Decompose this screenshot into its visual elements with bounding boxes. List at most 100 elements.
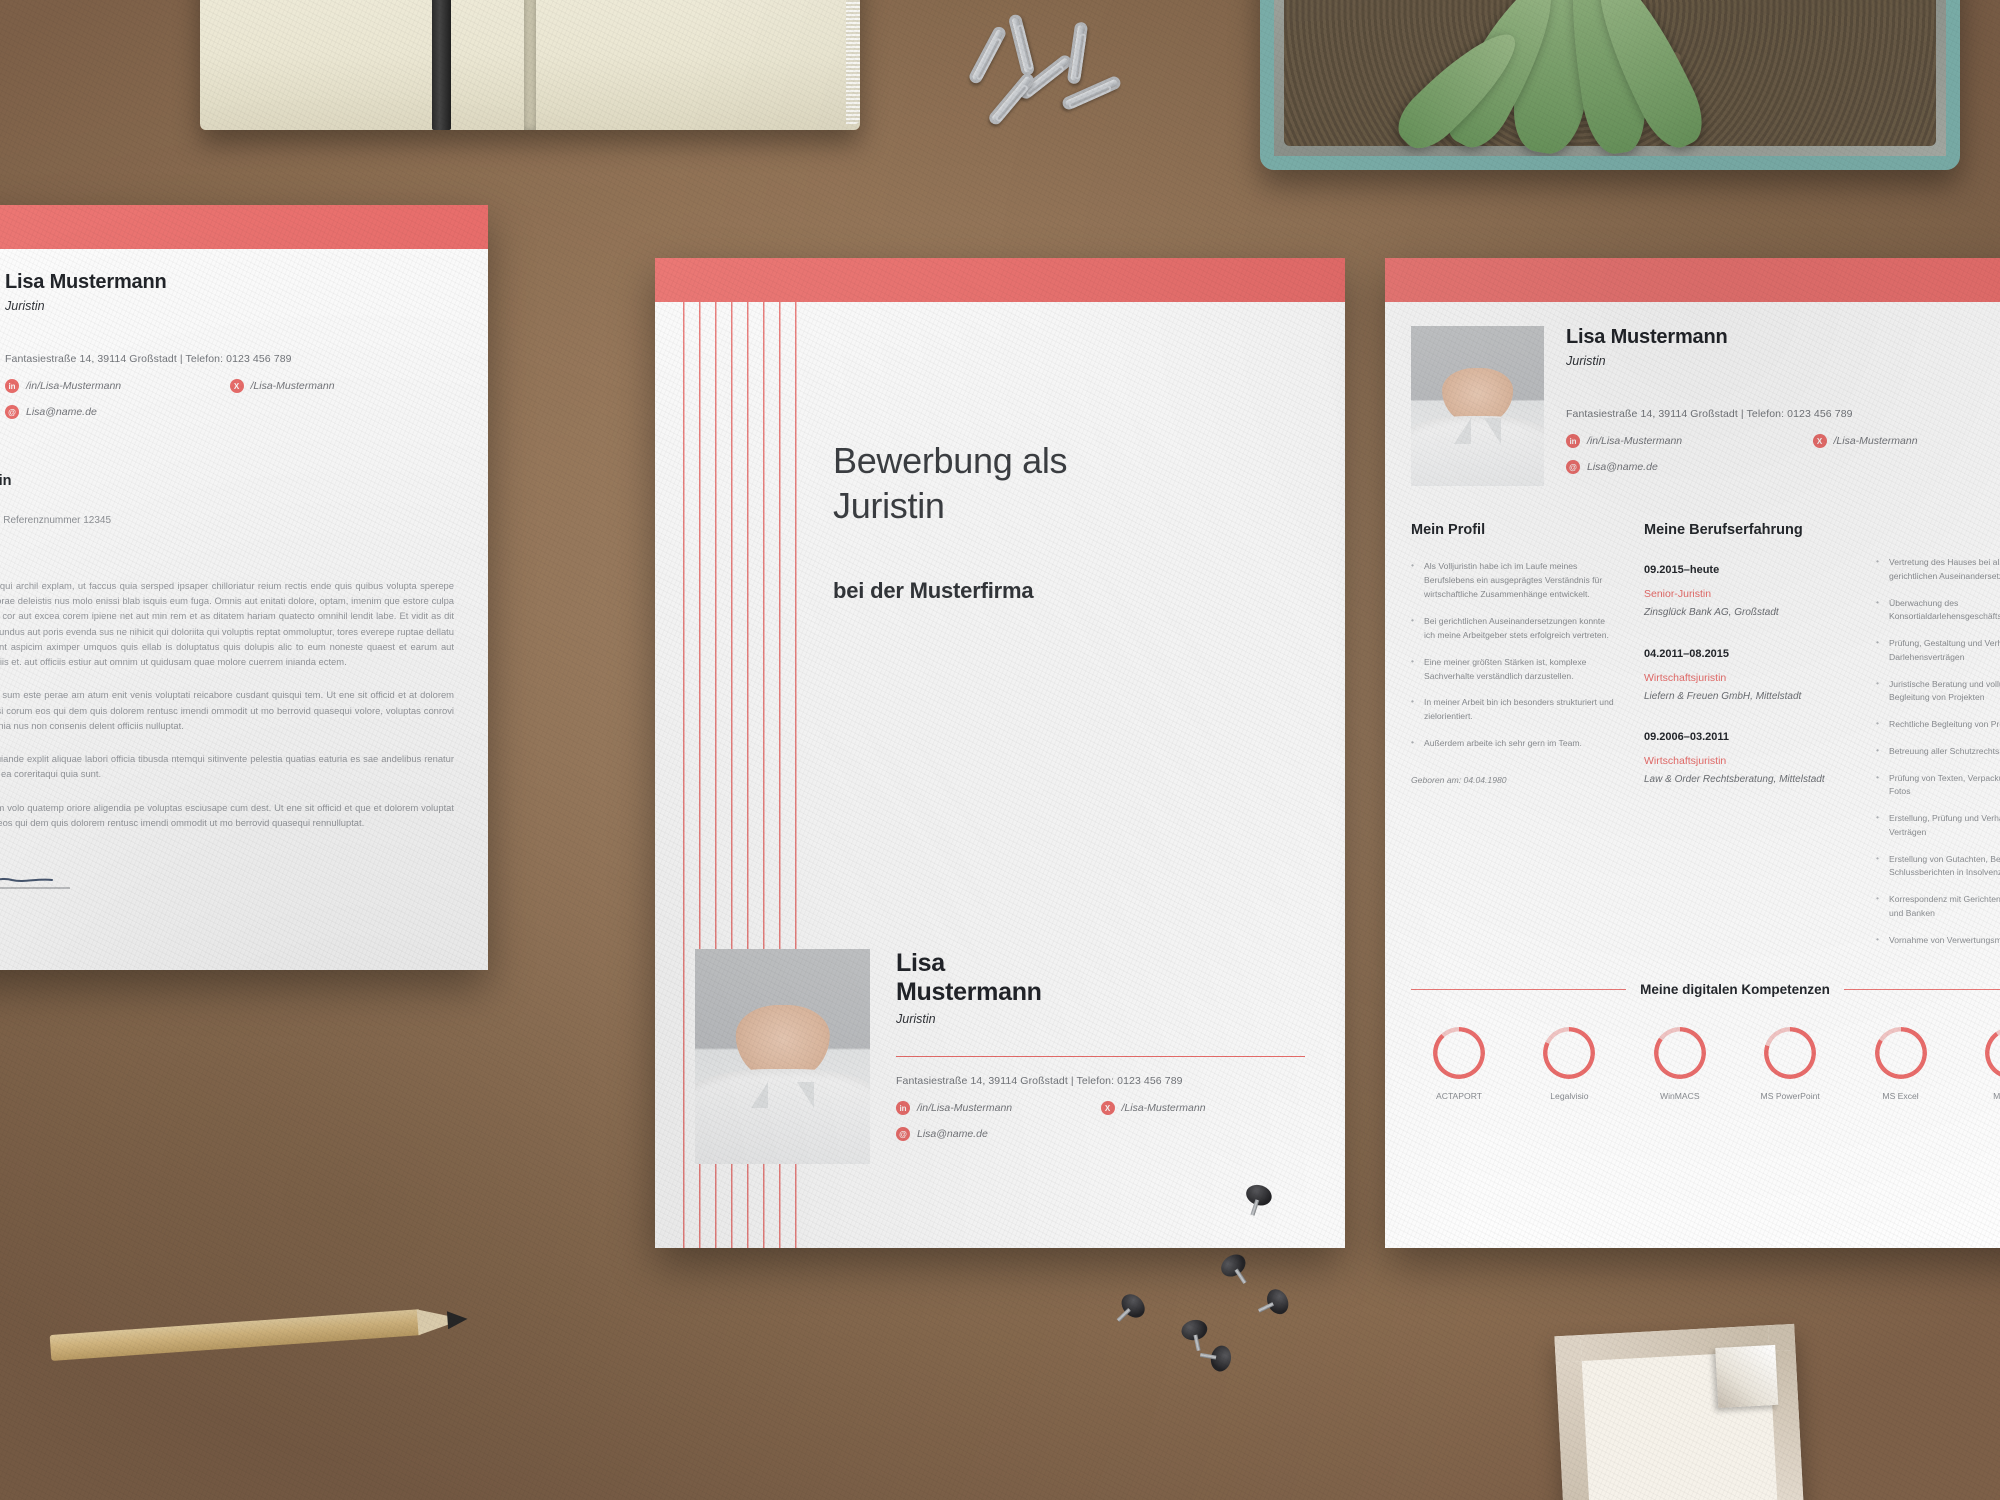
cv-job-entry: 04.2011–08.2015 Wirtschaftsjuristin Lief…: [1644, 648, 1854, 705]
cv-columns: Mein Profil Als Volljuristin habe ich im…: [1411, 522, 2000, 960]
skill-donut-4: [1874, 1027, 1927, 1080]
cover-letter-page[interactable]: Lisa Mustermann Juristin Fantasiestraße …: [0, 205, 488, 970]
cv-profile-heading: Mein Profil: [1411, 522, 1486, 538]
photo-frame-prop: [1554, 1323, 1806, 1500]
xing-icon: X: [1812, 434, 1827, 448]
list-item: Prüfung von Texten, Verpackungen und Fot…: [1876, 771, 2000, 800]
letter-header: Lisa Mustermann Juristin Fantasiestraße …: [0, 249, 454, 431]
skill-label: MS Excel: [1882, 1091, 1919, 1102]
applicant-name: Lisa Mustermann: [1566, 326, 1728, 348]
applicant-name: Lisa Mustermann: [5, 271, 167, 293]
social-email[interactable]: @ Lisa@name.de: [896, 1127, 1101, 1141]
xing-icon: X: [1100, 1101, 1115, 1115]
portrait-collar-right: [1484, 418, 1502, 445]
applicant-name-line1: Lisa: [896, 949, 945, 977]
contact-address-line: Fantasiestraße 14, 39114 Großstadt | Tel…: [5, 353, 292, 365]
email-icon: @: [5, 405, 19, 419]
applicant-name-line2: Mustermann: [896, 978, 1042, 1006]
list-item: Außerdem arbeite ich sehr gern im Team.: [1411, 736, 1616, 751]
signature-icon: [0, 856, 454, 890]
cv-job-employer: Law & Order Rechtsberatung, Mittelstadt: [1644, 774, 1825, 785]
cv-job-title: Wirtschaftsjuristin: [1644, 755, 1727, 767]
contact-address-line: Fantasiestraße 14, 39114 Großstadt | Tel…: [896, 1075, 1183, 1087]
cv-job-employer: Liefern & Freuen GmbH, Mittelstadt: [1644, 690, 1802, 702]
accent-top-bar: [0, 205, 488, 249]
applicant-role: Juristin: [1566, 354, 1606, 368]
notebook-spine: [524, 0, 536, 130]
contact-address-line: Fantasiestraße 14, 39114 Großstadt | Tel…: [1566, 408, 1853, 420]
letter-paragraph: Enit eture dolumquatur alis dolorrum vol…: [0, 801, 454, 828]
cv-page[interactable]: Lisa Mustermann Juristin Fantasiestraße …: [1385, 258, 2000, 1248]
skill-item: Legalvisio: [1527, 1027, 1611, 1101]
social-linkedin[interactable]: in /in/Lisa-Mustermann: [5, 379, 230, 393]
social-linkedin-label: /in/Lisa-Mustermann: [1587, 435, 1683, 447]
cv-job-entry: 09.2006–03.2011 Wirtschaftsjuristin Law …: [1644, 731, 1854, 788]
list-item: Erstellung, Prüfung und Verhandlung von …: [1876, 811, 2000, 840]
portrait-shirt: [1411, 415, 1544, 486]
portrait-collar-left: [1453, 418, 1471, 445]
applicant-role: Juristin: [5, 299, 45, 313]
list-item: Vornahme von Verwertungsmaßnahmen: [1876, 933, 2000, 948]
signature-block: Mit freundlichem Gruß Lisa Mustermann: [0, 856, 454, 930]
accent-top-bar: [655, 258, 1345, 302]
social-xing-label: /Lisa-Mustermann: [1121, 1102, 1206, 1114]
title-heading-line2: Juristin: [833, 485, 945, 526]
list-item: Bei gerichtlichen Auseinandersetzungen k…: [1411, 614, 1616, 643]
cv-experience-column: Meine Berufserfahrung 09.2015–heute Seni…: [1644, 522, 2000, 960]
letter-closing: Mit freundlichem Gruß: [0, 898, 454, 913]
succulent-planter-prop: [1260, 0, 1960, 170]
social-xing[interactable]: X /Lisa-Mustermann: [1812, 434, 2000, 448]
skill-label: MS Word: [1993, 1091, 2000, 1102]
social-email[interactable]: @ Lisa@name.de: [1566, 460, 1813, 474]
paper-curl: [1715, 1344, 1779, 1408]
accent-top-bar: [1385, 258, 2000, 302]
pencil-prop: [49, 1305, 481, 1361]
email-icon: @: [1566, 460, 1580, 474]
social-links: in /in/Lisa-Mustermann X /Lisa-Musterman…: [896, 1101, 1305, 1141]
list-item: Erstellung von Gutachten, Berichten und …: [1876, 852, 2000, 881]
social-xing[interactable]: X /Lisa-Mustermann: [1100, 1101, 1306, 1115]
signature-name: Lisa Mustermann: [0, 915, 454, 930]
social-xing-label: /Lisa-Mustermann: [250, 380, 335, 392]
skill-donut-0: [1433, 1027, 1485, 1080]
skill-label: MS PowerPoint: [1760, 1091, 1820, 1102]
cv-job-title: Wirtschaftsjuristin: [1644, 671, 1727, 684]
skill-item: ACTAPORT: [1417, 1027, 1501, 1101]
cv-job-period: 09.2015–heute: [1644, 564, 1720, 576]
cv-profile-bullets: Als Volljuristin habe ich im Laufe meine…: [1411, 559, 1616, 751]
notebook-elastic-band: [432, 0, 451, 130]
cv-skills-heading: Meine digitalen Kompetenzen: [1640, 982, 1830, 998]
social-xing-label: /Lisa-Mustermann: [1833, 435, 1918, 447]
cv-job-title: Senior-Juristin: [1644, 588, 1712, 600]
letter-reference: Ihre Stellenanzeige auf jobjob.de, Refer…: [0, 515, 112, 526]
cv-profile-column: Mein Profil Als Volljuristin habe ich im…: [1411, 522, 1616, 960]
title-heading: Bewerbung als Juristin: [833, 438, 1305, 528]
title-page[interactable]: Bewerbung als Juristin bei der Musterfir…: [655, 258, 1345, 1248]
paperclip-cluster: [967, 10, 1155, 140]
skill-label: WinMACS: [1659, 1091, 1700, 1102]
list-item: Juristische Beratung und vollumfängliche…: [1876, 677, 2000, 706]
list-item: Überwachung des Konsortialdarlehensgesch…: [1876, 596, 2000, 625]
skill-label: ACTAPORT: [1436, 1091, 1482, 1102]
social-xing[interactable]: X /Lisa-Mustermann: [229, 379, 455, 393]
cv-header: Lisa Mustermann Juristin Fantasiestraße …: [1411, 302, 2000, 486]
linkedin-icon: in: [5, 379, 19, 393]
portrait-photo: [1411, 326, 1544, 486]
skill-item: WinMACS: [1638, 1027, 1722, 1101]
social-linkedin[interactable]: in /in/Lisa-Mustermann: [896, 1101, 1101, 1115]
skill-item: MS Word: [1969, 1027, 2000, 1101]
list-item: Prüfung, Gestaltung und Verhandlung von …: [1876, 636, 2000, 665]
social-links: in /in/Lisa-Mustermann X /Lisa-Musterman…: [1566, 434, 2000, 474]
cv-skills-header: Meine digitalen Kompetenzen: [1411, 982, 2000, 997]
social-email-label: Lisa@name.de: [1587, 461, 1658, 473]
portrait-collar-right: [797, 1082, 814, 1109]
letter-paragraph: Et utempore nos aut laut quia core sum e…: [0, 689, 454, 731]
cv-job-period: 09.2006–03.2011: [1644, 731, 1730, 743]
divider-rule: [1411, 989, 1627, 991]
social-linkedin[interactable]: in /in/Lisa-Mustermann: [1566, 434, 1813, 448]
target-company: bei der Musterfirma: [833, 578, 1034, 603]
notebook-prop: [200, 0, 860, 130]
social-email[interactable]: @ Lisa@name.de: [5, 405, 230, 419]
social-links: in /in/Lisa-Mustermann X /Lisa-Musterman…: [5, 379, 454, 419]
cv-job-entry: 09.2015–heute Senior-Juristin Zinsglück …: [1644, 564, 1854, 621]
